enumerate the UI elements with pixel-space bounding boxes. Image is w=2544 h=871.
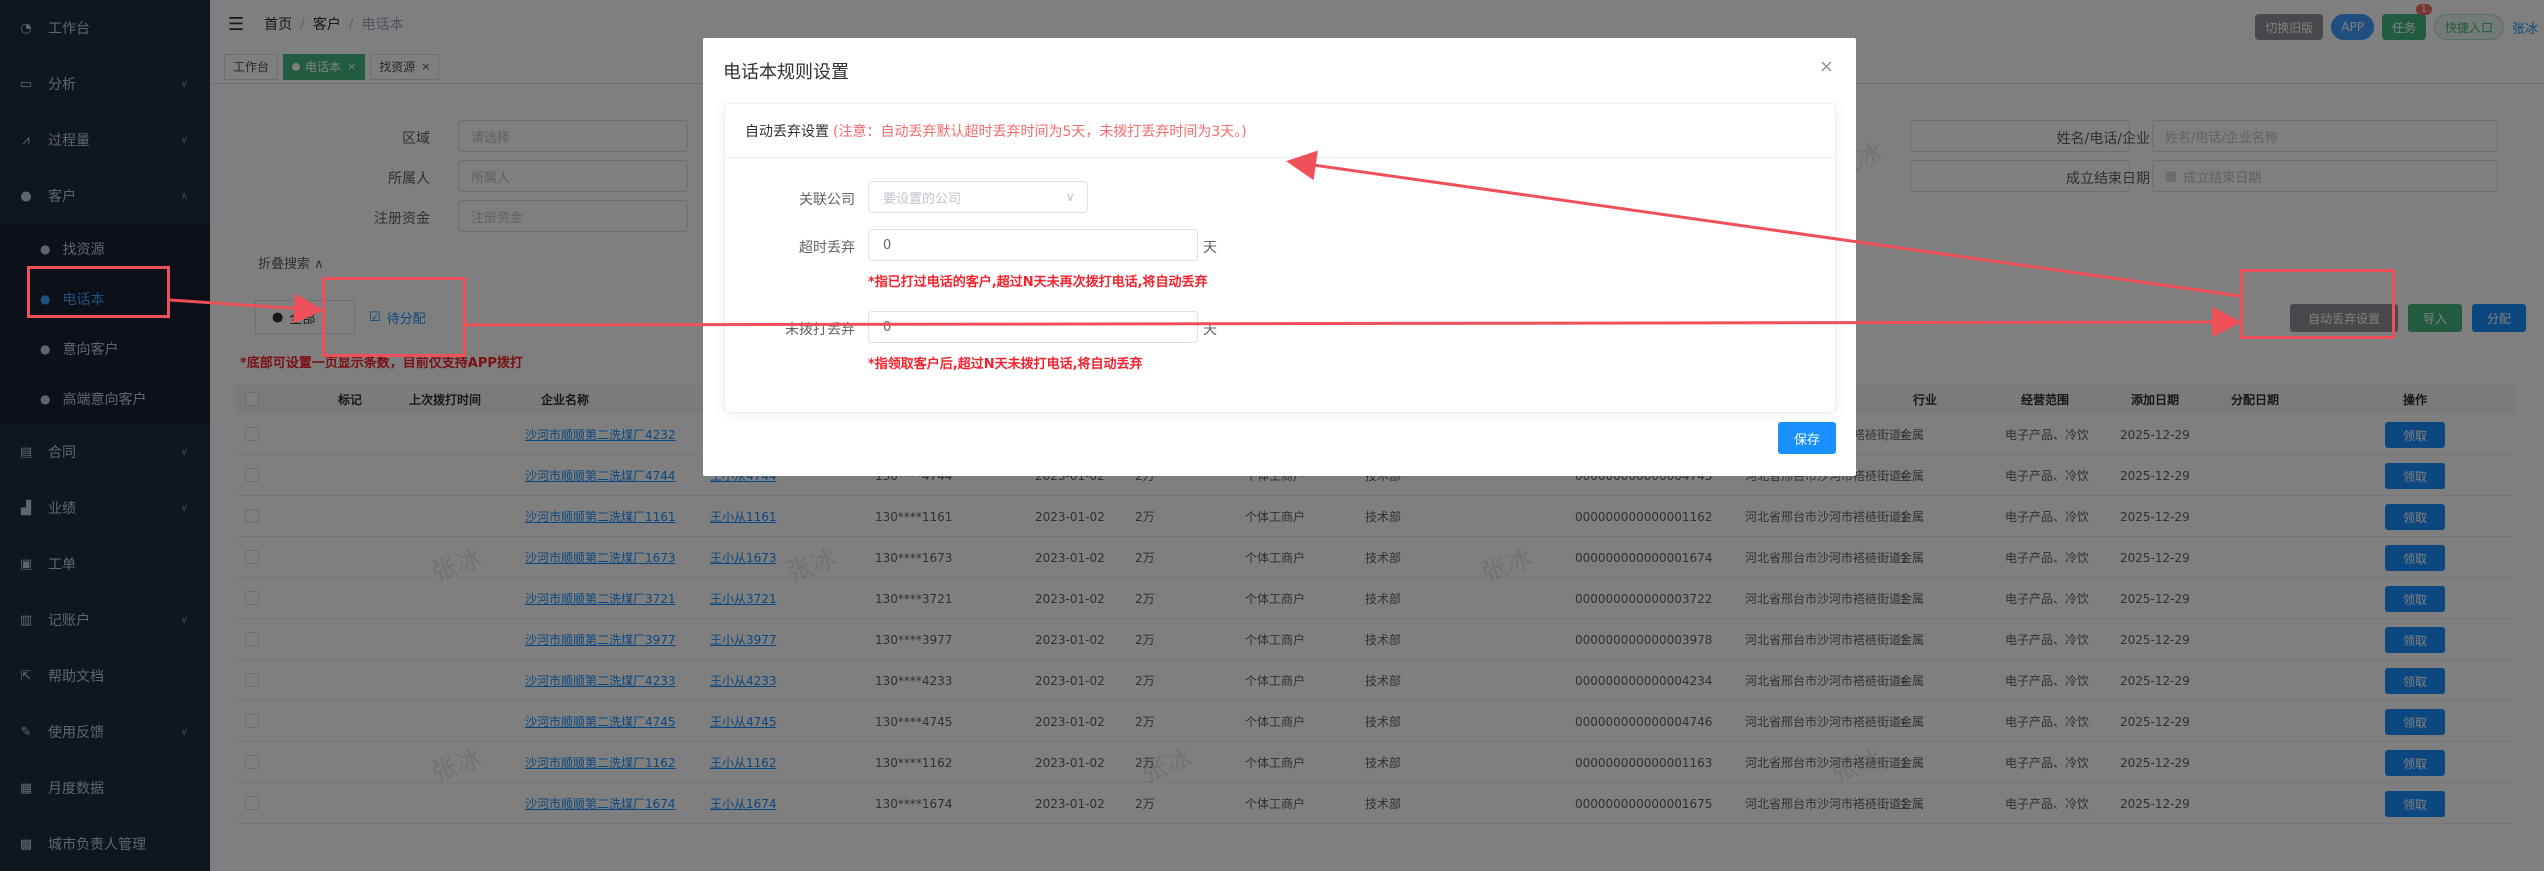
arrow-phonebook-to-pending [169,293,324,324]
annotation-arrows [169,150,2242,338]
arrow-pending-to-abandon [465,307,2242,338]
arrow-abandon-to-modal [1286,150,2241,298]
